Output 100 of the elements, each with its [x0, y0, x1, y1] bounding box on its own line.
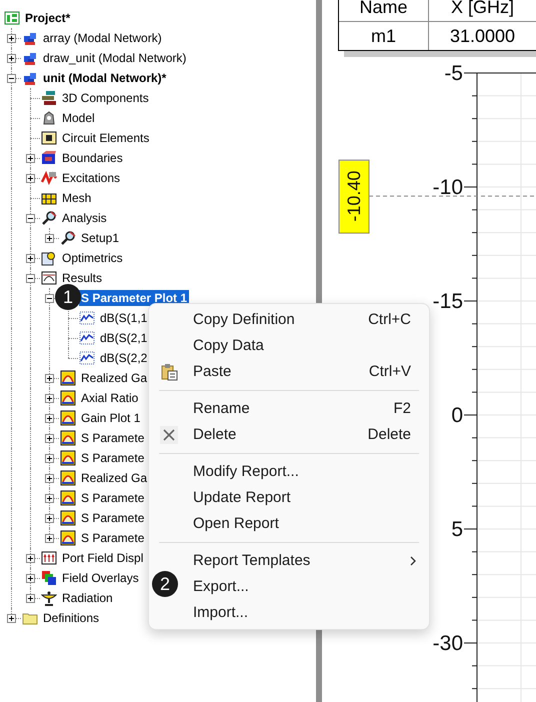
- tree-item[interactable]: Mesh: [60, 190, 94, 206]
- tree-item[interactable]: array (Modal Network): [41, 30, 164, 46]
- expand-toggle[interactable]: [26, 254, 35, 263]
- expand-toggle[interactable]: [45, 474, 54, 483]
- radiation-pattern-icon: [60, 490, 76, 506]
- shortcut-label: Ctrl+C: [368, 310, 411, 330]
- tree-item[interactable]: S Paramete: [79, 510, 146, 526]
- menu-item[interactable]: Export...: [185, 574, 429, 600]
- trace-icon: [79, 330, 95, 346]
- collapse-toggle[interactable]: [26, 214, 35, 223]
- expand-toggle[interactable]: [7, 614, 16, 623]
- trace-icon: [79, 310, 95, 326]
- tree-item[interactable]: Field Overlays: [60, 570, 141, 586]
- tree-item[interactable]: unit (Modal Network)*: [41, 70, 168, 86]
- collapse-toggle[interactable]: [45, 294, 54, 303]
- tree-item[interactable]: Axial Ratio: [79, 390, 140, 406]
- tree-item[interactable]: Project*: [23, 10, 72, 26]
- expand-toggle[interactable]: [26, 574, 35, 583]
- tree-item[interactable]: Realized Ga: [79, 370, 150, 386]
- radiation-pattern-icon: [60, 370, 76, 386]
- expand-toggle[interactable]: [26, 594, 35, 603]
- marker-value-label: -10.40: [338, 160, 370, 234]
- menu-item[interactable]: Modify Report...: [185, 459, 429, 485]
- collapse-toggle[interactable]: [26, 274, 35, 283]
- tree-item[interactable]: Port Field Displ: [60, 550, 146, 566]
- tree-item[interactable]: Definitions: [41, 610, 102, 626]
- tree-item[interactable]: dB(S(2,2: [98, 350, 150, 366]
- expand-toggle[interactable]: [26, 154, 35, 163]
- tree-item[interactable]: Gain Plot 1: [79, 410, 142, 426]
- expand-toggle[interactable]: [45, 374, 54, 383]
- menu-item[interactable]: Report Templates: [185, 548, 429, 574]
- expand-toggle[interactable]: [45, 534, 54, 543]
- boundary-icon: [41, 150, 57, 166]
- y-tick-label: -10: [432, 176, 463, 199]
- table-cell: 31.0000: [429, 22, 536, 50]
- menu-item[interactable]: Import...: [185, 600, 429, 626]
- expand-toggle[interactable]: [45, 414, 54, 423]
- shortcut-label: Delete: [368, 424, 411, 445]
- tree-item[interactable]: S Paramete: [79, 530, 146, 546]
- tree-item[interactable]: Optimetrics: [60, 250, 125, 266]
- tree-item[interactable]: S Paramete: [79, 450, 146, 466]
- tree-item[interactable]: Realized Ga: [79, 470, 150, 486]
- tree-item[interactable]: dB(S(2,1: [98, 330, 150, 346]
- shortcut-label: Ctrl+V: [368, 362, 411, 382]
- tree-item[interactable]: dB(S(1,1: [98, 310, 150, 326]
- tree-item[interactable]: Circuit Elements: [60, 130, 152, 146]
- table-cell: m1: [339, 22, 429, 50]
- radiation-pattern-icon: [60, 450, 76, 466]
- tree-item[interactable]: Radiation: [60, 590, 115, 606]
- excitation-icon: [41, 170, 57, 186]
- clipboard-icon: [160, 363, 178, 381]
- menu-item[interactable]: Open Report: [185, 511, 429, 537]
- tree-item[interactable]: Results: [60, 270, 104, 286]
- magnifier-icon: [41, 210, 57, 226]
- y-tick-label: -5: [444, 62, 463, 85]
- menu-item[interactable]: Paste Ctrl+V: [185, 359, 429, 385]
- expand-toggle[interactable]: [26, 554, 35, 563]
- y-tick-label: -15: [432, 290, 463, 313]
- tree-item[interactable]: Excitations: [60, 170, 122, 186]
- radiation-pattern-icon: [60, 510, 76, 526]
- expand-toggle[interactable]: [45, 234, 54, 243]
- expand-toggle[interactable]: [7, 34, 16, 43]
- port-field-icon: [41, 550, 57, 566]
- expand-toggle[interactable]: [45, 514, 54, 523]
- graph-icon: [41, 270, 57, 286]
- expand-toggle[interactable]: [26, 174, 35, 183]
- close-icon: [160, 426, 178, 444]
- tree-item[interactable]: Boundaries: [60, 150, 125, 166]
- collapse-toggle[interactable]: [7, 74, 16, 83]
- menu-item[interactable]: Delete Delete: [185, 422, 429, 448]
- menu-item[interactable]: Copy Definition Ctrl+C: [185, 307, 429, 333]
- radiation-dish-icon: [41, 590, 57, 606]
- radiation-pattern-icon: [60, 530, 76, 546]
- tree-item[interactable]: Model: [60, 110, 97, 126]
- cubes-icon: [22, 30, 38, 46]
- radiation-pattern-icon: [60, 390, 76, 406]
- menu-item[interactable]: Copy Data: [185, 333, 429, 359]
- expand-toggle[interactable]: [7, 54, 16, 63]
- tree-item[interactable]: S Paramete: [79, 430, 146, 446]
- tree-item[interactable]: S Paramete: [79, 490, 146, 506]
- circuit-icon: [41, 130, 57, 146]
- tree-item[interactable]: Setup1: [79, 230, 122, 246]
- tree-item[interactable]: draw_unit (Modal Network): [41, 50, 188, 66]
- magnifier-icon: [60, 230, 76, 246]
- expand-toggle[interactable]: [45, 394, 54, 403]
- cubes-icon: [22, 70, 38, 86]
- overlays-icon: [41, 570, 57, 586]
- tree-item[interactable]: Analysis: [60, 210, 109, 226]
- chevron-right-icon: [409, 555, 417, 567]
- shortcut-label: F2: [393, 398, 411, 419]
- menu-item[interactable]: Update Report: [185, 485, 429, 511]
- tree-item[interactable]: S Parameter Plot 1: [79, 290, 190, 306]
- y-tick-label: 5: [451, 518, 463, 541]
- radiation-pattern-icon: [60, 410, 76, 426]
- menu-item[interactable]: Rename F2: [185, 396, 429, 422]
- expand-toggle[interactable]: [45, 454, 54, 463]
- tree-item[interactable]: 3D Components: [60, 90, 151, 106]
- cubes-icon: [22, 50, 38, 66]
- expand-toggle[interactable]: [45, 494, 54, 503]
- expand-toggle[interactable]: [45, 434, 54, 443]
